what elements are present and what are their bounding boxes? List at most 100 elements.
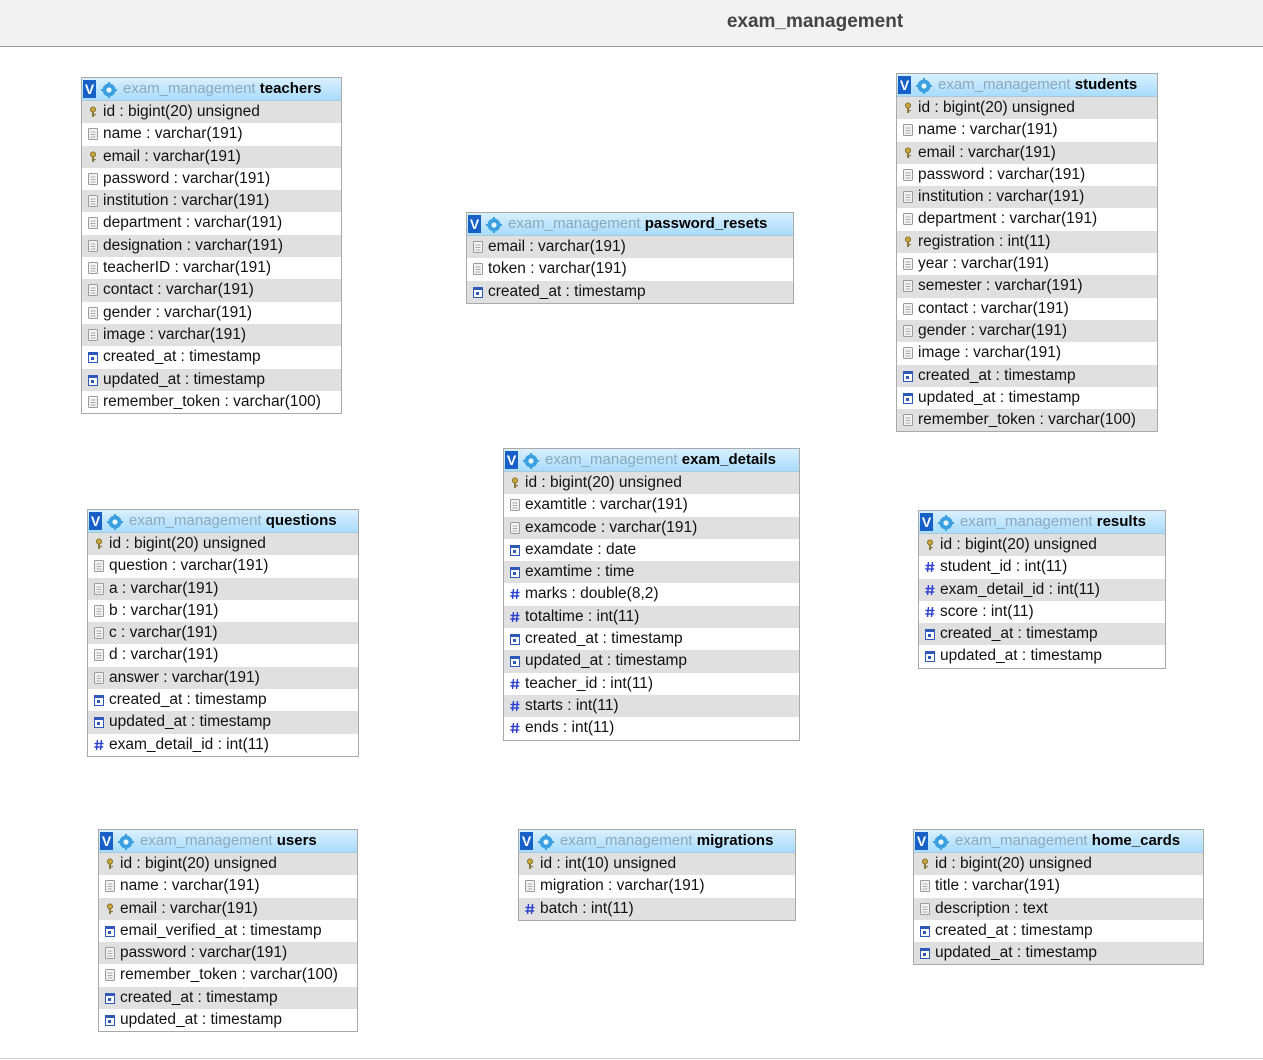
- gear-icon[interactable]: [538, 834, 554, 850]
- toggle-columns-icon[interactable]: V: [898, 76, 911, 94]
- column-row[interactable]: id : bigint(20) unsigned: [914, 853, 1203, 876]
- column-row[interactable]: department : varchar(191): [897, 208, 1157, 230]
- table-header[interactable]: Vexam_management questions: [88, 510, 358, 533]
- column-row[interactable]: remember_token : varchar(100): [99, 964, 357, 986]
- column-row[interactable]: created_at : timestamp: [914, 920, 1203, 942]
- table-migrations[interactable]: Vexam_management migrations id : int(10) …: [518, 829, 796, 921]
- column-row[interactable]: updated_at : timestamp: [82, 368, 341, 391]
- column-row[interactable]: id : bigint(20) unsigned: [504, 472, 799, 495]
- column-row[interactable]: student_id : int(11): [919, 556, 1165, 578]
- column-row[interactable]: name : varchar(191): [897, 119, 1157, 141]
- column-row[interactable]: examtime : time: [504, 561, 799, 584]
- table-exam-details[interactable]: Vexam_management exam_details id : bigint…: [503, 448, 800, 741]
- column-row[interactable]: created_at : timestamp: [897, 364, 1157, 387]
- table-name[interactable]: teachers: [260, 80, 322, 97]
- column-row[interactable]: title : varchar(191): [914, 875, 1203, 897]
- table-results[interactable]: Vexam_management results id : bigint(20) …: [918, 510, 1166, 669]
- column-row[interactable]: created_at : timestamp: [82, 346, 341, 368]
- column-row[interactable]: teacher_id : int(11): [504, 673, 799, 695]
- table-header[interactable]: Vexam_management students: [897, 74, 1157, 97]
- table-questions[interactable]: Vexam_management questions id : bigint(20…: [87, 509, 359, 757]
- column-row[interactable]: updated_at : timestamp: [504, 650, 799, 673]
- column-row[interactable]: id : int(10) unsigned: [519, 853, 795, 876]
- toggle-columns-icon[interactable]: V: [100, 832, 113, 850]
- table-header[interactable]: Vexam_management results: [919, 511, 1165, 534]
- column-row[interactable]: d : varchar(191): [88, 644, 358, 666]
- column-row[interactable]: id : bigint(20) unsigned: [88, 533, 358, 556]
- column-row[interactable]: id : bigint(20) unsigned: [897, 97, 1157, 120]
- gear-icon[interactable]: [933, 834, 949, 850]
- column-row[interactable]: id : bigint(20) unsigned: [99, 853, 357, 876]
- table-password-resets[interactable]: Vexam_management password_resets email : …: [466, 212, 794, 304]
- column-row[interactable]: gender : varchar(191): [897, 319, 1157, 343]
- column-row[interactable]: image : varchar(191): [82, 323, 341, 347]
- table-header[interactable]: Vexam_management home_cards: [914, 830, 1203, 853]
- table-teachers[interactable]: Vexam_management teachers id : bigint(20)…: [81, 77, 342, 415]
- column-row[interactable]: description : text: [914, 897, 1203, 920]
- toggle-columns-icon[interactable]: V: [505, 451, 518, 469]
- toggle-columns-icon[interactable]: V: [83, 80, 96, 98]
- column-row[interactable]: created_at : timestamp: [467, 280, 793, 303]
- column-row[interactable]: batch : int(11): [519, 897, 795, 920]
- column-row[interactable]: answer : varchar(191): [88, 666, 358, 690]
- gear-icon[interactable]: [118, 834, 134, 850]
- gear-icon[interactable]: [916, 78, 932, 94]
- column-row[interactable]: ends : int(11): [504, 717, 799, 739]
- column-row[interactable]: contact : varchar(191): [897, 298, 1157, 320]
- column-row[interactable]: totaltime : int(11): [504, 605, 799, 629]
- column-row[interactable]: name : varchar(191): [99, 875, 357, 897]
- column-row[interactable]: updated_at : timestamp: [914, 942, 1203, 965]
- table-header[interactable]: Vexam_management exam_details: [504, 449, 799, 472]
- column-row[interactable]: remember_token : varchar(100): [897, 409, 1157, 432]
- column-row[interactable]: registration : int(11): [897, 230, 1157, 254]
- column-row[interactable]: email : varchar(191): [467, 236, 793, 259]
- column-row[interactable]: examcode : varchar(191): [504, 516, 799, 539]
- column-row[interactable]: updated_at : timestamp: [919, 645, 1165, 667]
- column-row[interactable]: id : bigint(20) unsigned: [919, 534, 1165, 557]
- gear-icon[interactable]: [938, 515, 954, 531]
- toggle-columns-icon[interactable]: V: [468, 215, 481, 233]
- table-name[interactable]: users: [277, 832, 317, 849]
- gear-icon[interactable]: [486, 217, 502, 233]
- column-row[interactable]: remember_token : varchar(100): [82, 391, 341, 413]
- table-name[interactable]: home_cards: [1092, 832, 1180, 849]
- column-row[interactable]: department : varchar(191): [82, 212, 341, 234]
- table-header[interactable]: Vexam_management migrations: [519, 830, 795, 853]
- column-row[interactable]: updated_at : timestamp: [897, 387, 1157, 409]
- table-users[interactable]: Vexam_management users id : bigint(20) un…: [98, 829, 358, 1033]
- column-row[interactable]: institution : varchar(191): [82, 190, 341, 213]
- gear-icon[interactable]: [107, 514, 123, 530]
- column-row[interactable]: image : varchar(191): [897, 342, 1157, 364]
- column-row[interactable]: exam_detail_id : int(11): [919, 578, 1165, 601]
- column-row[interactable]: email_verified_at : timestamp: [99, 920, 357, 942]
- column-row[interactable]: email : varchar(191): [99, 897, 357, 920]
- toggle-columns-icon[interactable]: V: [920, 513, 933, 531]
- column-row[interactable]: marks : double(8,2): [504, 583, 799, 605]
- column-row[interactable]: teacherID : varchar(191): [82, 257, 341, 279]
- column-row[interactable]: a : varchar(191): [88, 577, 358, 600]
- table-name[interactable]: exam_details: [682, 451, 776, 468]
- table-name[interactable]: migrations: [697, 832, 774, 849]
- table-header[interactable]: Vexam_management password_resets: [467, 213, 793, 236]
- column-row[interactable]: password : varchar(191): [897, 164, 1157, 186]
- table-name[interactable]: students: [1075, 76, 1138, 93]
- column-row[interactable]: email : varchar(191): [82, 145, 341, 168]
- table-name[interactable]: questions: [266, 512, 337, 529]
- column-row[interactable]: starts : int(11): [504, 694, 799, 718]
- column-row[interactable]: gender : varchar(191): [82, 302, 341, 324]
- column-row[interactable]: score : int(11): [919, 601, 1165, 623]
- column-row[interactable]: created_at : timestamp: [504, 628, 799, 650]
- table-name[interactable]: password_resets: [645, 215, 768, 232]
- column-row[interactable]: created_at : timestamp: [99, 986, 357, 1010]
- column-row[interactable]: semester : varchar(191): [897, 275, 1157, 298]
- table-home-cards[interactable]: Vexam_management home_cards id : bigint(2…: [913, 829, 1204, 966]
- column-row[interactable]: examdate : date: [504, 539, 799, 561]
- column-row[interactable]: examtitle : varchar(191): [504, 494, 799, 516]
- column-row[interactable]: token : varchar(191): [467, 258, 793, 280]
- column-row[interactable]: migration : varchar(191): [519, 875, 795, 897]
- toggle-columns-icon[interactable]: V: [520, 832, 533, 850]
- column-row[interactable]: updated_at : timestamp: [88, 711, 358, 734]
- column-row[interactable]: b : varchar(191): [88, 600, 358, 622]
- toggle-columns-icon[interactable]: V: [915, 832, 928, 850]
- column-row[interactable]: c : varchar(191): [88, 622, 358, 645]
